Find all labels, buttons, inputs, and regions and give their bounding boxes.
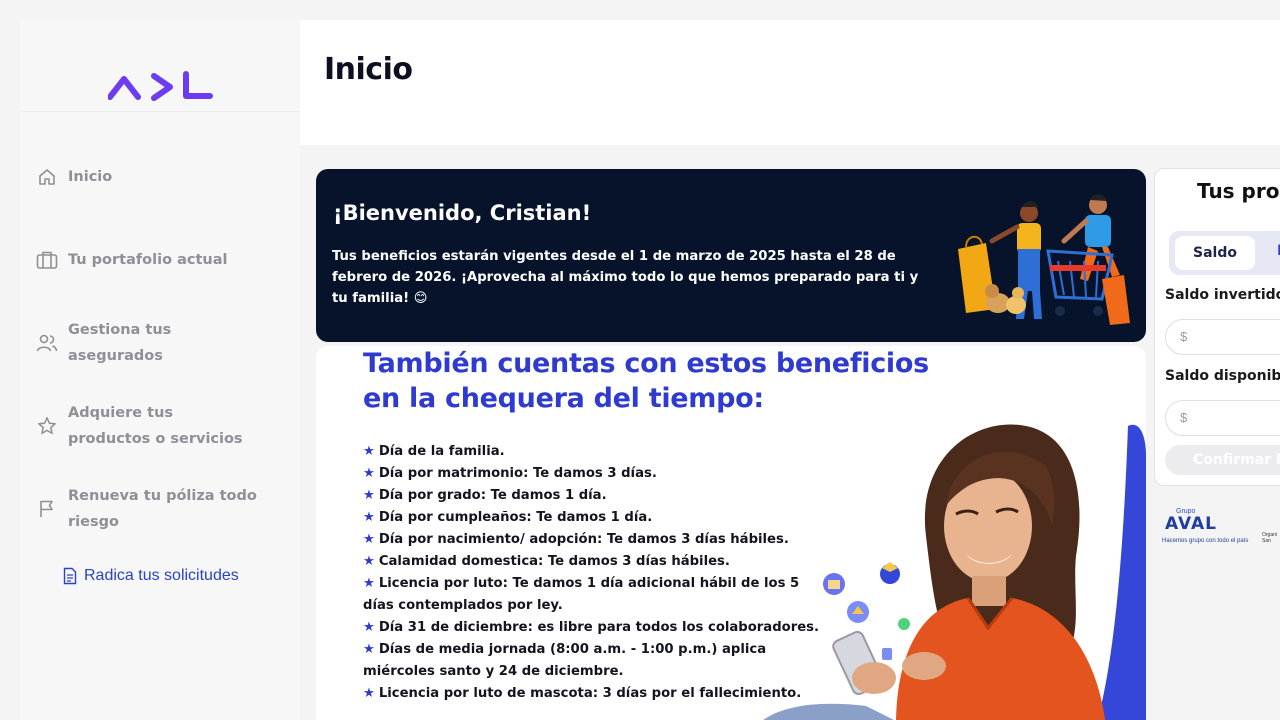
- currency-prefix: $: [1180, 329, 1188, 344]
- list-item: ★ Día 31 de diciembre: es libre para todo…: [363, 617, 819, 639]
- briefcase-icon: [36, 249, 58, 271]
- sidebar-item-label: Tu portafolio actual: [68, 252, 228, 268]
- star-bullet-icon: ★: [363, 532, 375, 547]
- benefit-text: Licencia por luto: Te damos 1 día adicio…: [363, 576, 800, 613]
- benefits-banner: También cuentas con estos beneficios en …: [316, 346, 1146, 720]
- list-item: ★ Día por grado: Te damos 1 día.: [363, 485, 803, 507]
- star-bullet-icon: ★: [363, 686, 375, 701]
- benefits-list: ★ Día de la familia. ★ Día por matrimonio:…: [363, 441, 819, 705]
- top-bar: Inicio: [300, 20, 1280, 145]
- sidebar-item-label: Renueva tu póliza todo riesgo: [68, 488, 257, 530]
- benefit-text: Día de la familia.: [378, 444, 505, 459]
- products-card: Tus proc Saldo F Saldo invertido $ Saldo…: [1154, 168, 1280, 486]
- welcome-message: Tus beneficios estarán vigentes desde el…: [332, 249, 919, 306]
- products-title: Tus proc: [1197, 179, 1280, 203]
- document-icon: [62, 565, 78, 587]
- star-bullet-icon: ★: [363, 466, 375, 481]
- invested-label: Saldo invertido: [1165, 287, 1280, 303]
- page-title: Inicio: [324, 52, 413, 87]
- available-balance-field[interactable]: $: [1165, 400, 1280, 436]
- grupo-aval-logo: Grupo AVAL Hacemos grupo con todo el paí…: [1160, 508, 1280, 553]
- benefit-text: Día por matrimonio: Te damos 3 días.: [378, 466, 657, 481]
- sidebar-item-label: Inicio: [68, 169, 113, 185]
- star-bullet-icon: ★: [363, 554, 375, 569]
- sidebar-item-radica[interactable]: Radica tus solicitudes: [62, 563, 239, 589]
- welcome-card: ¡Bienvenido, Cristian! Tus beneficios es…: [316, 169, 1146, 342]
- sidebar-item-asegurados[interactable]: Gestiona tus asegurados: [36, 317, 236, 369]
- benefit-text: Día 31 de diciembre: es libre para todos…: [378, 620, 820, 635]
- star-bullet-icon: ★: [363, 620, 375, 635]
- list-item: ★ Día por nacimiento/ adopción: Te damos …: [363, 529, 803, 551]
- benefit-text: Día por cumpleaños: Te damos 1 día.: [378, 510, 653, 525]
- flag-icon: [36, 498, 58, 520]
- tab-saldo[interactable]: Saldo: [1175, 236, 1255, 270]
- aval-right-text: Organi San: [1262, 532, 1278, 544]
- star-bullet-icon: ★: [363, 642, 375, 657]
- aval-name: AVAL: [1165, 514, 1217, 534]
- benefit-text: Días de media jornada (8:00 a.m. - 1:00 …: [363, 642, 767, 679]
- currency-prefix: $: [1180, 410, 1188, 425]
- banner-title: También cuentas con estos beneficios en …: [363, 348, 929, 414]
- list-item: ★ Día de la familia.: [363, 441, 803, 463]
- available-label: Saldo disponible: [1165, 368, 1280, 384]
- sidebar-divider: [20, 111, 340, 112]
- sidebar-item-label: Radica tus solicitudes: [84, 567, 239, 584]
- star-bullet-icon: ★: [363, 444, 375, 459]
- sidebar-item-label: Adquiere tus productos o servicios: [68, 405, 243, 447]
- sidebar-item-adquiere[interactable]: Adquiere tus productos o servicios: [36, 400, 266, 452]
- brand-logo[interactable]: [107, 70, 214, 102]
- star-bullet-icon: ★: [363, 488, 375, 503]
- benefit-text: Calamidad domestica: Te damos 3 días háb…: [378, 554, 730, 569]
- welcome-title: ¡Bienvenido, Cristian!: [333, 201, 592, 225]
- list-item: ★ Días de media jornada (8:00 a.m. - 1:00…: [363, 639, 803, 683]
- sidebar-item-portafolio[interactable]: Tu portafolio actual: [36, 247, 228, 273]
- sidebar: [20, 20, 300, 720]
- aval-tagline: Hacemos grupo con todo el país: [1162, 538, 1249, 544]
- star-icon: [36, 415, 58, 437]
- sidebar-item-inicio[interactable]: Inicio: [36, 164, 112, 190]
- users-icon: [36, 332, 58, 354]
- list-item: ★ Licencia por luto: Te damos 1 día adici…: [363, 573, 803, 617]
- shopping-illustration-icon: [958, 194, 1130, 325]
- benefit-text: Día por nacimiento/ adopción: Te damos 3…: [378, 532, 789, 547]
- products-tabs: Saldo F: [1169, 231, 1280, 275]
- list-item: ★ Día por matrimonio: Te damos 3 días.: [363, 463, 803, 485]
- benefit-text: Día por grado: Te damos 1 día.: [378, 488, 607, 503]
- star-bullet-icon: ★: [363, 576, 375, 591]
- list-item: ★ Día por cumpleaños: Te damos 1 día.: [363, 507, 803, 529]
- star-bullet-icon: ★: [363, 510, 375, 525]
- list-item: ★ Calamidad domestica: Te damos 3 días há…: [363, 551, 803, 573]
- home-icon: [36, 166, 58, 188]
- benefit-text: Licencia por luto de mascota: 3 días por…: [378, 686, 802, 701]
- woman-phone-illustration-icon: [763, 424, 1146, 720]
- sidebar-item-label: Gestiona tus asegurados: [68, 322, 172, 364]
- invested-balance-field[interactable]: $: [1165, 319, 1280, 355]
- list-item: ★ Licencia por luto de mascota: 3 días po…: [363, 683, 803, 705]
- sidebar-item-renueva[interactable]: Renueva tu póliza todo riesgo: [36, 483, 266, 535]
- confirm-button[interactable]: Confirmar b: [1165, 445, 1280, 475]
